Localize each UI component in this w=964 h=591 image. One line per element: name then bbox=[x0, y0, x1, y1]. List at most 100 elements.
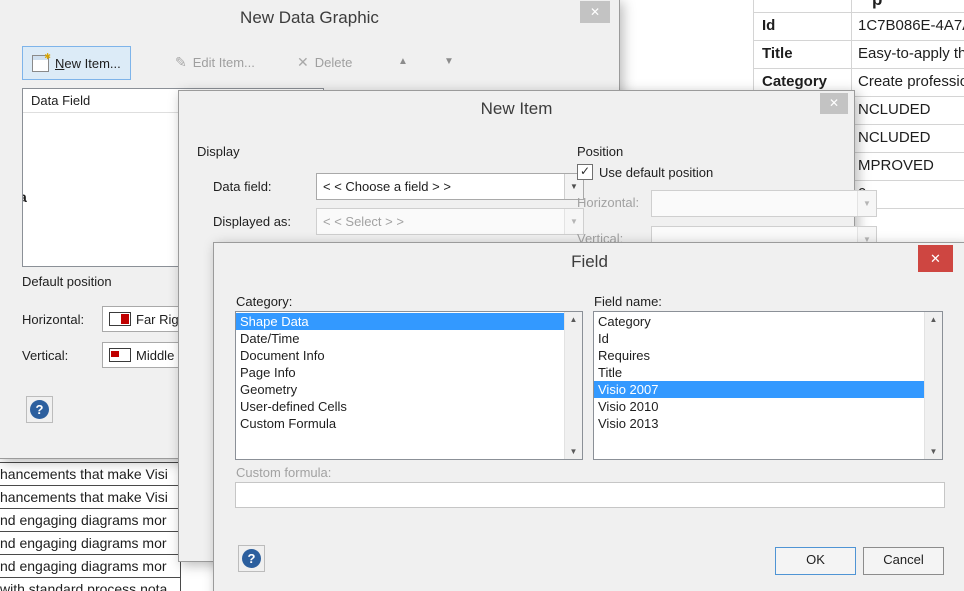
use-default-position-checkbox[interactable]: ✓ bbox=[577, 164, 593, 180]
down-arrow-icon: ▼ bbox=[444, 56, 454, 67]
delete-button-label: Delete bbox=[314, 54, 353, 70]
edit-item-button-label: Edit Item... bbox=[192, 54, 255, 70]
chevron-down-icon: ▼ bbox=[857, 191, 876, 216]
scroll-up-icon[interactable]: ▲ bbox=[925, 312, 942, 327]
field-name-list-item[interactable]: Title bbox=[594, 364, 925, 381]
far-right-position-icon bbox=[109, 312, 131, 326]
shape-data-value[interactable]: Easy-to-apply th bbox=[858, 40, 964, 68]
use-default-position-label[interactable]: Use default position bbox=[599, 165, 713, 180]
help-icon: ? bbox=[242, 549, 261, 568]
cancel-button[interactable]: Cancel bbox=[863, 547, 944, 575]
close-icon: ✕ bbox=[930, 251, 941, 266]
scroll-down-icon[interactable]: ▼ bbox=[925, 444, 942, 459]
edit-icon: ✎ bbox=[175, 53, 187, 70]
field-name-list-item[interactable]: Visio 2007 bbox=[594, 381, 925, 398]
horizontal-combo[interactable]: ▼ bbox=[651, 190, 877, 217]
custom-formula-label: Custom formula: bbox=[236, 465, 332, 480]
help-icon: ? bbox=[30, 400, 49, 419]
horizontal-label: Horizontal: bbox=[577, 195, 640, 210]
check-icon: ✓ bbox=[579, 164, 591, 178]
scroll-up-icon[interactable]: ▲ bbox=[565, 312, 582, 327]
field-name-list-item[interactable]: Id bbox=[594, 330, 925, 347]
category-list-item[interactable]: Date/Time bbox=[236, 330, 565, 347]
shape-data-value-fragment: MPROVED bbox=[858, 157, 934, 174]
external-data-row[interactable]: nd engaging diagrams mor bbox=[0, 509, 180, 532]
field-name-list-items: Category Id Requires Title Visio 2007 Visio 2… bbox=[594, 313, 925, 459]
default-position-label: Default position bbox=[22, 274, 112, 289]
data-field-combo-value: < < Choose a field > > bbox=[323, 179, 451, 194]
data-field-combo[interactable]: < < Choose a field > > ▼ bbox=[316, 173, 584, 200]
delete-icon: ✕ bbox=[297, 53, 309, 70]
horizontal-position-value: Far Rig bbox=[136, 311, 179, 327]
displayed-as-label: Displayed as: bbox=[213, 214, 292, 229]
help-button[interactable]: ? bbox=[26, 396, 53, 423]
shape-data-value-fragment: NCLUDED bbox=[858, 101, 931, 118]
category-label: Category: bbox=[236, 294, 293, 309]
external-data-row[interactable]: nd engaging diagrams mor bbox=[0, 532, 180, 555]
close-button[interactable]: ✕ bbox=[820, 93, 848, 114]
external-data-row[interactable]: hancements that make Visi bbox=[0, 486, 180, 509]
field-name-list-item[interactable]: Category bbox=[594, 313, 925, 330]
new-item-button[interactable]: ✱ New Item... bbox=[22, 46, 131, 80]
category-list-item[interactable]: User-defined Cells bbox=[236, 398, 565, 415]
category-list-item[interactable]: Page Info bbox=[236, 364, 565, 381]
category-list-item[interactable]: Geometry bbox=[236, 381, 565, 398]
close-button[interactable]: ✕ bbox=[580, 1, 610, 23]
ok-button[interactable]: OK bbox=[775, 547, 856, 575]
close-icon: ✕ bbox=[589, 5, 601, 19]
external-data-row[interactable]: hancements that make Visi bbox=[0, 463, 180, 486]
field-titlebar[interactable]: Field bbox=[214, 243, 964, 281]
field-name-list-item[interactable]: Visio 2013 bbox=[594, 415, 925, 432]
screen: p Id 1C7B086E-4A7A Title Easy-to-apply t… bbox=[0, 0, 964, 591]
scroll-down-icon[interactable]: ▼ bbox=[565, 444, 582, 459]
field-name-list-item[interactable]: Visio 2010 bbox=[594, 398, 925, 415]
field-name-list-scrollbar[interactable]: ▲ ▼ bbox=[924, 312, 942, 459]
new-item-button-label: New Item... bbox=[55, 55, 121, 71]
category-list-item[interactable]: Document Info bbox=[236, 347, 565, 364]
vertical-label: Vertical: bbox=[22, 348, 69, 363]
field-name-label: Field name: bbox=[594, 294, 662, 309]
horizontal-label: Horizontal: bbox=[22, 312, 85, 327]
field-name-listbox[interactable]: Category Id Requires Title Visio 2007 Visio 2… bbox=[593, 311, 943, 460]
displayed-as-combo-value: < < Select > > bbox=[323, 214, 404, 229]
displayed-as-combo[interactable]: < < Select > > ▼ bbox=[316, 208, 584, 235]
middle-position-icon bbox=[109, 348, 131, 362]
category-list-scrollbar[interactable]: ▲ ▼ bbox=[564, 312, 582, 459]
category-list-items: Shape Data Date/Time Document Info Page Inf… bbox=[236, 313, 565, 459]
category-list-item[interactable]: Custom Formula bbox=[236, 415, 565, 432]
new-item-titlebar[interactable]: New Item bbox=[179, 91, 854, 127]
move-down-button[interactable]: ▼ bbox=[434, 50, 464, 74]
external-data-row[interactable]: with standard process nota bbox=[0, 578, 180, 591]
move-up-button[interactable]: ▲ bbox=[388, 50, 418, 74]
data-field-label: Data field: bbox=[213, 179, 272, 194]
field-dialog: Field ✕ Category: Shape Data Date/Time Doc… bbox=[213, 242, 964, 591]
close-icon: ✕ bbox=[828, 96, 840, 110]
field-name-list-item[interactable]: Requires bbox=[594, 347, 925, 364]
delete-button[interactable]: ✕ Delete bbox=[288, 46, 361, 78]
star-icon: ✱ bbox=[44, 51, 51, 61]
panel-title-fragment: p bbox=[872, 0, 882, 10]
external-data-row[interactable]: nd engaging diagrams mor bbox=[0, 555, 180, 578]
new-data-graphic-titlebar[interactable]: New Data Graphic bbox=[0, 0, 619, 36]
edit-item-button[interactable]: ✎ Edit Item... bbox=[166, 46, 264, 78]
position-group-label: Position bbox=[577, 144, 624, 159]
up-arrow-icon: ▲ bbox=[398, 56, 408, 67]
dialog-title: New Item bbox=[480, 99, 553, 118]
dialog-title: New Data Graphic bbox=[240, 8, 379, 27]
category-listbox[interactable]: Shape Data Date/Time Document Info Page Inf… bbox=[235, 311, 583, 460]
display-group-label: Display bbox=[197, 144, 240, 159]
dialog-title: Field bbox=[571, 252, 608, 271]
help-button[interactable]: ? bbox=[238, 545, 265, 572]
external-data-window: hancements that make Visi hancements that… bbox=[0, 462, 181, 591]
list-text-fragment: a bbox=[23, 189, 27, 205]
shape-data-label: Id bbox=[762, 17, 776, 34]
new-item-icon: ✱ bbox=[32, 51, 51, 72]
close-button[interactable]: ✕ bbox=[918, 245, 953, 272]
category-list-item[interactable]: Shape Data bbox=[236, 313, 565, 330]
shape-data-label: Title bbox=[762, 45, 793, 62]
shape-data-value-fragment: NCLUDED bbox=[858, 129, 931, 146]
vertical-position-value: Middle bbox=[136, 347, 175, 363]
shape-data-value[interactable]: Create professio bbox=[858, 68, 964, 96]
custom-formula-input[interactable] bbox=[235, 482, 945, 508]
shape-data-value[interactable]: 1C7B086E-4A7A bbox=[858, 12, 964, 40]
